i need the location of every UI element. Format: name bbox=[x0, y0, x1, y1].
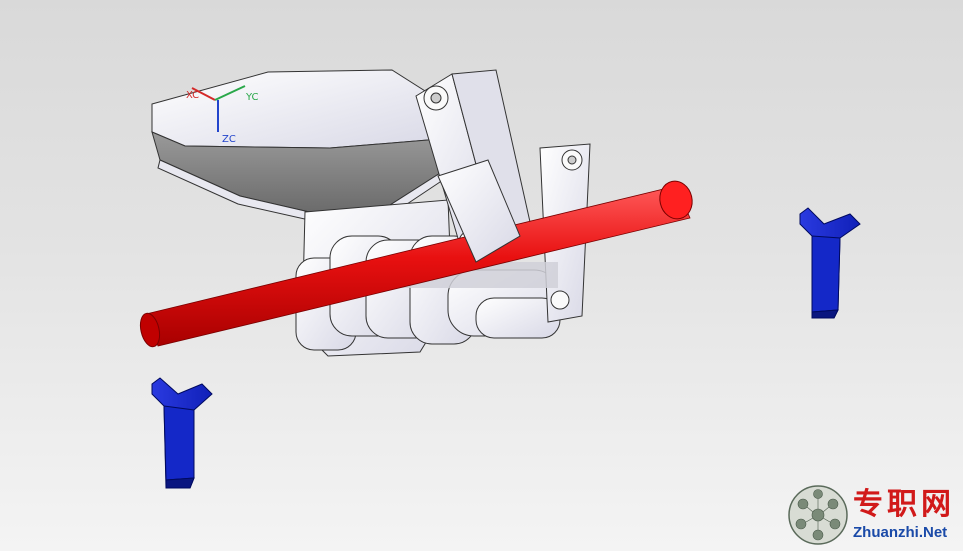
watermark-text-en: Zhuanzhi.Net bbox=[853, 524, 948, 541]
watermark: 专职网 Zhuanzhi.Net bbox=[787, 483, 955, 547]
v-support-right[interactable] bbox=[799, 207, 861, 319]
cad-viewport[interactable]: XC YC ZC 专职网 Zhuanzhi.Net bbox=[0, 0, 963, 551]
watermark-text-cn: 专职网 bbox=[853, 487, 955, 522]
cad-scene: XC YC ZC bbox=[139, 69, 861, 489]
axis-z-label: ZC bbox=[222, 134, 236, 145]
palm-plate-top bbox=[151, 69, 456, 149]
v-support-left[interactable] bbox=[151, 377, 213, 489]
axis-y-label: YC bbox=[245, 92, 259, 103]
axis-x-label: XC bbox=[186, 90, 199, 101]
soccer-ball-icon bbox=[788, 485, 848, 545]
